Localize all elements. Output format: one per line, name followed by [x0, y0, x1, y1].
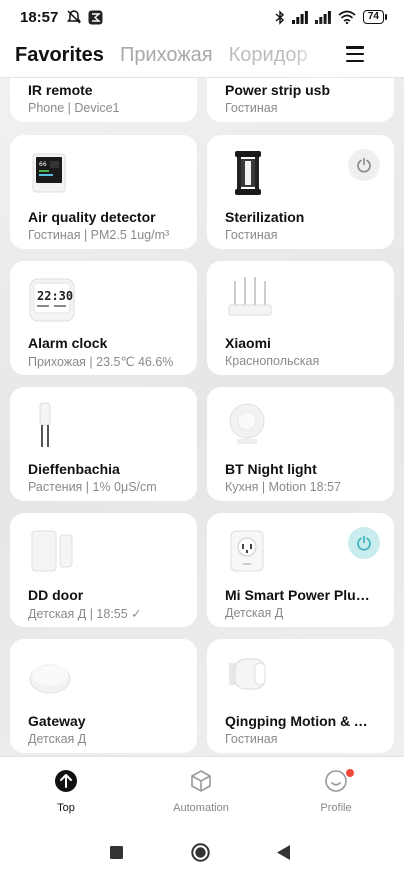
device-status: Phone | Device1: [28, 101, 120, 115]
device-name: Air quality detector: [28, 209, 156, 225]
signal-icon: [291, 10, 308, 24]
device-name: Power strip usb: [225, 82, 331, 98]
tab-favorites[interactable]: Favorites: [15, 44, 104, 67]
bottom-navigation: Top Automation Profile: [0, 756, 404, 827]
top-arrow-icon: [55, 770, 77, 792]
device-status: Детская Д: [225, 606, 284, 620]
signal-icon: [314, 10, 331, 24]
device-card-ir-remote[interactable]: IR remote Phone | Device1: [10, 78, 197, 122]
air-quality-device-icon: 66: [32, 153, 66, 193]
status-bar: 18:57 74: [0, 0, 404, 34]
device-grid: IR remote Phone | Device1 Power strip us…: [0, 78, 404, 756]
menu-icon[interactable]: [346, 46, 364, 62]
tab-koridor[interactable]: Коридор: [229, 44, 308, 67]
door-sensor-device-icon: [31, 530, 73, 572]
smart-plug-device-icon: [230, 530, 264, 572]
profile-smile-icon: [325, 770, 347, 792]
device-name: BT Night light: [225, 461, 317, 477]
device-status: Кухня | Motion 18:57: [225, 480, 341, 494]
bluetooth-icon: [275, 9, 284, 25]
night-light-device-icon: [229, 403, 265, 444]
device-name: Mi Smart Power Plug...: [225, 587, 375, 603]
device-card-gateway[interactable]: Gateway Детская Д: [10, 639, 197, 753]
device-card-bt-night-light[interactable]: BT Night light Кухня | Motion 18:57: [207, 387, 394, 501]
device-status: Гостиная | PM2.5 1ug/m³: [28, 228, 170, 242]
device-card-qingping-motion[interactable]: Qingping Motion & A... Гостиная: [207, 639, 394, 753]
nav-automation[interactable]: Automation: [161, 769, 241, 814]
device-card-power-strip[interactable]: Power strip usb Гостиная: [207, 78, 394, 122]
power-toggle-button[interactable]: [348, 149, 380, 181]
device-card-air-quality[interactable]: 66 Air quality detector Гостиная | PM2.5…: [10, 135, 197, 249]
device-name: IR remote: [28, 82, 93, 98]
notification-badge: [346, 769, 354, 777]
nav-profile[interactable]: Profile: [296, 769, 376, 814]
device-name: Dieffenbachia: [28, 461, 120, 477]
system-navigation-bar: [0, 827, 404, 877]
device-status: Детская Д | 18:55 ✓: [28, 607, 142, 621]
svg-text:66: 66: [39, 161, 47, 168]
back-icon[interactable]: [277, 845, 291, 860]
alarm-clock-device-icon: 22:30: [29, 278, 75, 322]
mute-icon: [67, 10, 82, 24]
wifi-icon: [338, 10, 356, 24]
device-status: Гостиная: [225, 228, 278, 242]
device-name: Qingping Motion & A...: [225, 713, 375, 729]
device-status: Гостиная: [225, 732, 278, 746]
nav-automation-label: Automation: [173, 802, 229, 814]
power-icon: [357, 535, 371, 551]
alarm-clock-display: 22:30: [37, 289, 73, 303]
device-name: DD door: [28, 587, 84, 603]
battery-indicator: 74: [362, 10, 388, 24]
device-status: Гостиная: [225, 101, 278, 115]
device-name: Xiaomi: [225, 335, 271, 351]
device-name: Alarm clock: [28, 335, 108, 351]
device-status: Растения | 1% 0μS/cm: [28, 480, 157, 494]
recents-icon[interactable]: [110, 846, 123, 859]
plant-sensor-device-icon: [39, 402, 51, 447]
status-time: 18:57: [20, 8, 59, 26]
router-device-icon: [228, 277, 272, 316]
device-card-sterilization[interactable]: Sterilization Гостиная: [207, 135, 394, 249]
power-icon: [357, 157, 371, 173]
home-icon[interactable]: [191, 843, 210, 862]
motion-sensor-device-icon: [229, 658, 266, 690]
device-name: Gateway: [28, 713, 86, 729]
nav-profile-label: Profile: [320, 802, 352, 814]
tab-prikhozhaya[interactable]: Прихожая: [120, 44, 213, 67]
nav-top-label: Top: [57, 802, 75, 814]
device-name: Sterilization: [225, 209, 305, 225]
power-toggle-button[interactable]: [348, 527, 380, 559]
device-status: Краснопольская: [225, 354, 320, 368]
app-notification-icon: [88, 10, 103, 24]
room-tabs: Favorites Прихожая Коридор: [0, 34, 404, 78]
device-card-xiaomi-router[interactable]: Xiaomi Краснопольская: [207, 261, 394, 375]
gateway-device-icon: [29, 664, 71, 694]
nav-top[interactable]: Top: [26, 769, 106, 814]
device-status: Детская Д: [28, 732, 87, 746]
sterilizer-device-icon: [235, 151, 261, 195]
device-status: Прихожая | 23.5℃ 46.6%: [28, 355, 174, 369]
device-card-mi-smart-plug[interactable]: Mi Smart Power Plug... Детская Д: [207, 513, 394, 627]
device-card-alarm-clock[interactable]: 22:30 Alarm clock Прихожая | 23.5℃ 46.6%: [10, 261, 197, 375]
device-card-dd-door[interactable]: DD door Детская Д | 18:55 ✓: [10, 513, 197, 627]
device-card-dieffenbachia[interactable]: Dieffenbachia Растения | 1% 0μS/cm: [10, 387, 197, 501]
automation-cube-icon: [191, 770, 211, 792]
